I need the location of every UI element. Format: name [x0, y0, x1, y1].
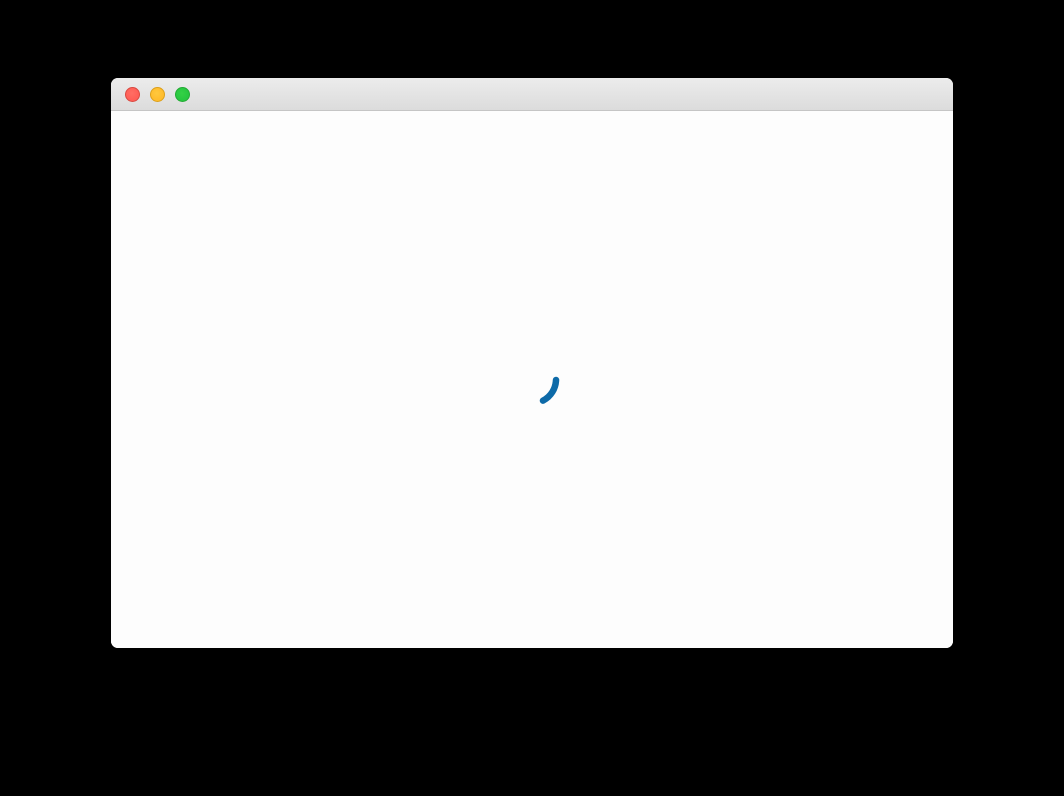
spinner-icon [502, 350, 562, 410]
window-minimize-button[interactable] [150, 87, 165, 102]
window-titlebar [111, 78, 953, 111]
window-content [111, 111, 953, 648]
window-zoom-button[interactable] [175, 87, 190, 102]
loading-spinner [502, 350, 562, 410]
app-window [111, 78, 953, 648]
window-close-button[interactable] [125, 87, 140, 102]
